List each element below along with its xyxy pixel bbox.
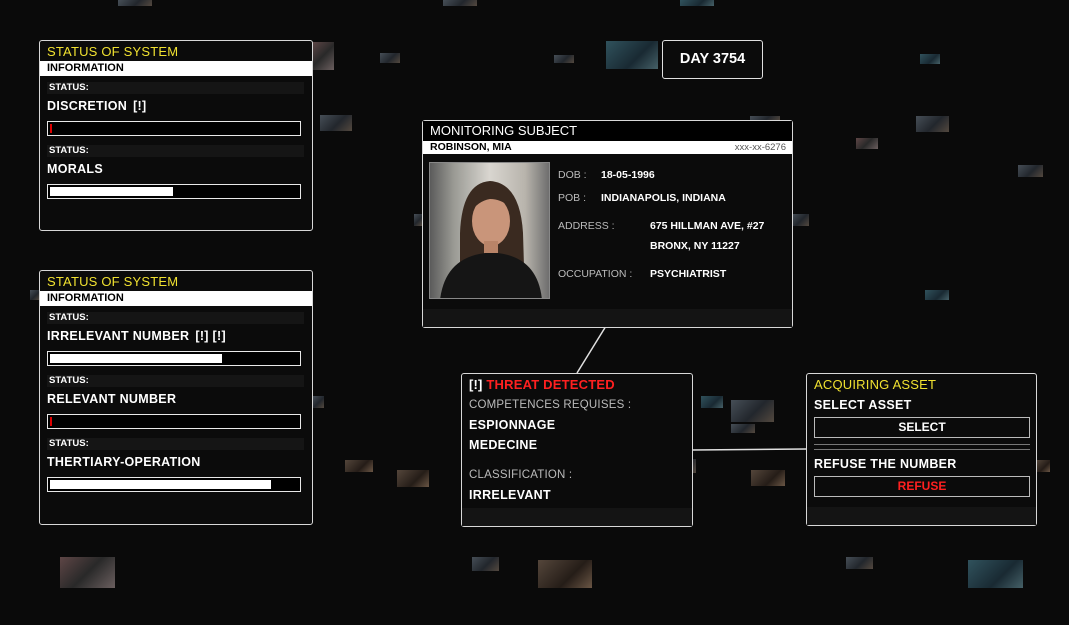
subject-name: ROBINSON, MIA: [430, 141, 512, 153]
metric-name: RELEVANT NUMBER: [47, 392, 177, 406]
person-portrait-icon: [440, 181, 542, 298]
discretion-bar-fill: [50, 124, 52, 133]
panel-footer: [462, 508, 692, 526]
metric-name: THERTIARY-OPERATION: [47, 455, 201, 469]
competence-item: MEDECINE: [469, 438, 538, 452]
metric-name: DISCRETION: [47, 99, 128, 113]
subject-ssn: xxx-xx-6276: [734, 142, 786, 153]
metric-name: IRRELEVANT NUMBER: [47, 329, 190, 343]
metric-morals: MORALS: [47, 162, 103, 176]
relevant-number-bar-fill: [50, 417, 52, 426]
panel-title: STATUS OF SYSTEM: [47, 274, 179, 289]
thertiary-operation-bar: [47, 477, 301, 492]
status-label: STATUS:: [47, 375, 304, 387]
address-line1: 675 HILLMAN AVE, #27: [650, 220, 765, 232]
occupation-value: PSYCHIATRIST: [650, 268, 727, 280]
subject-photo: [429, 162, 550, 299]
monitor-threat-connector: [576, 325, 607, 374]
status-panel-1: STATUS OF SYSTEM INFORMATION STATUS: DIS…: [39, 40, 313, 231]
alert-flag: [!]: [469, 377, 483, 392]
status-panel-2: STATUS OF SYSTEM INFORMATION STATUS: IRR…: [39, 270, 313, 525]
classification-value: IRRELEVANT: [469, 488, 551, 502]
status-label: STATUS:: [47, 438, 304, 450]
status-label: STATUS:: [47, 82, 304, 94]
panel-footer: [423, 309, 792, 327]
panel-footer: [807, 507, 1036, 525]
dob-value: 18-05-1996: [601, 169, 655, 181]
pob-label: POB :: [558, 192, 587, 204]
select-button[interactable]: SELECT: [814, 417, 1030, 438]
panel-subtitle: INFORMATION: [40, 291, 312, 306]
metric-relevant-number: RELEVANT NUMBER: [47, 392, 176, 406]
select-asset-label: SELECT ASSET: [814, 398, 912, 412]
metric-thertiary-operation: THERTIARY-OPERATION: [47, 455, 201, 469]
refuse-button[interactable]: REFUSE: [814, 476, 1030, 497]
warning-flag: [!]: [133, 99, 147, 113]
panel-title: MONITORING SUBJECT: [423, 121, 792, 141]
morals-bar-fill: [50, 187, 173, 196]
metric-irrelevant-number: IRRELEVANT NUMBER [!] [!]: [47, 329, 226, 343]
metric-name: MORALS: [47, 162, 103, 176]
discretion-bar: [47, 121, 301, 136]
divider: [814, 444, 1030, 445]
address-label: ADDRESS :: [558, 220, 615, 232]
status-label: STATUS:: [47, 312, 304, 324]
panel-title: ACQUIRING ASSET: [814, 377, 937, 392]
thertiary-operation-bar-fill: [50, 480, 271, 489]
status-label: STATUS:: [47, 145, 304, 157]
morals-bar: [47, 184, 301, 199]
divider: [814, 449, 1030, 450]
dob-label: DOB :: [558, 169, 587, 181]
threat-asset-connector: [691, 448, 807, 451]
panel-subtitle: INFORMATION: [40, 61, 312, 76]
threat-panel: [!] THREAT DETECTED COMPETENCES REQUISES…: [461, 373, 693, 527]
monitoring-subject-panel: MONITORING SUBJECT ROBINSON, MIA xxx-xx-…: [422, 120, 793, 328]
acquiring-asset-panel: ACQUIRING ASSET SELECT ASSET SELECT REFU…: [806, 373, 1037, 526]
metric-discretion: DISCRETION [!]: [47, 99, 146, 113]
refuse-number-label: REFUSE THE NUMBER: [814, 457, 957, 471]
day-counter: DAY 3754: [662, 40, 763, 79]
panel-title: [!] THREAT DETECTED: [462, 374, 692, 394]
warning-flag: [!] [!]: [195, 329, 226, 343]
panel-title: STATUS OF SYSTEM: [47, 44, 179, 59]
classification-label: CLASSIFICATION :: [469, 469, 573, 481]
competence-item: ESPIONNAGE: [469, 418, 556, 432]
occupation-label: OCCUPATION :: [558, 268, 633, 280]
pob-value: INDIANAPOLIS, INDIANA: [601, 192, 726, 204]
subject-name-bar: ROBINSON, MIA xxx-xx-6276: [423, 141, 792, 154]
address-line2: BRONX, NY 11227: [650, 240, 740, 252]
irrelevant-number-bar: [47, 351, 301, 366]
irrelevant-number-bar-fill: [50, 354, 222, 363]
competences-label: COMPETENCES REQUISES :: [469, 399, 632, 411]
relevant-number-bar: [47, 414, 301, 429]
threat-title: THREAT DETECTED: [486, 377, 615, 392]
